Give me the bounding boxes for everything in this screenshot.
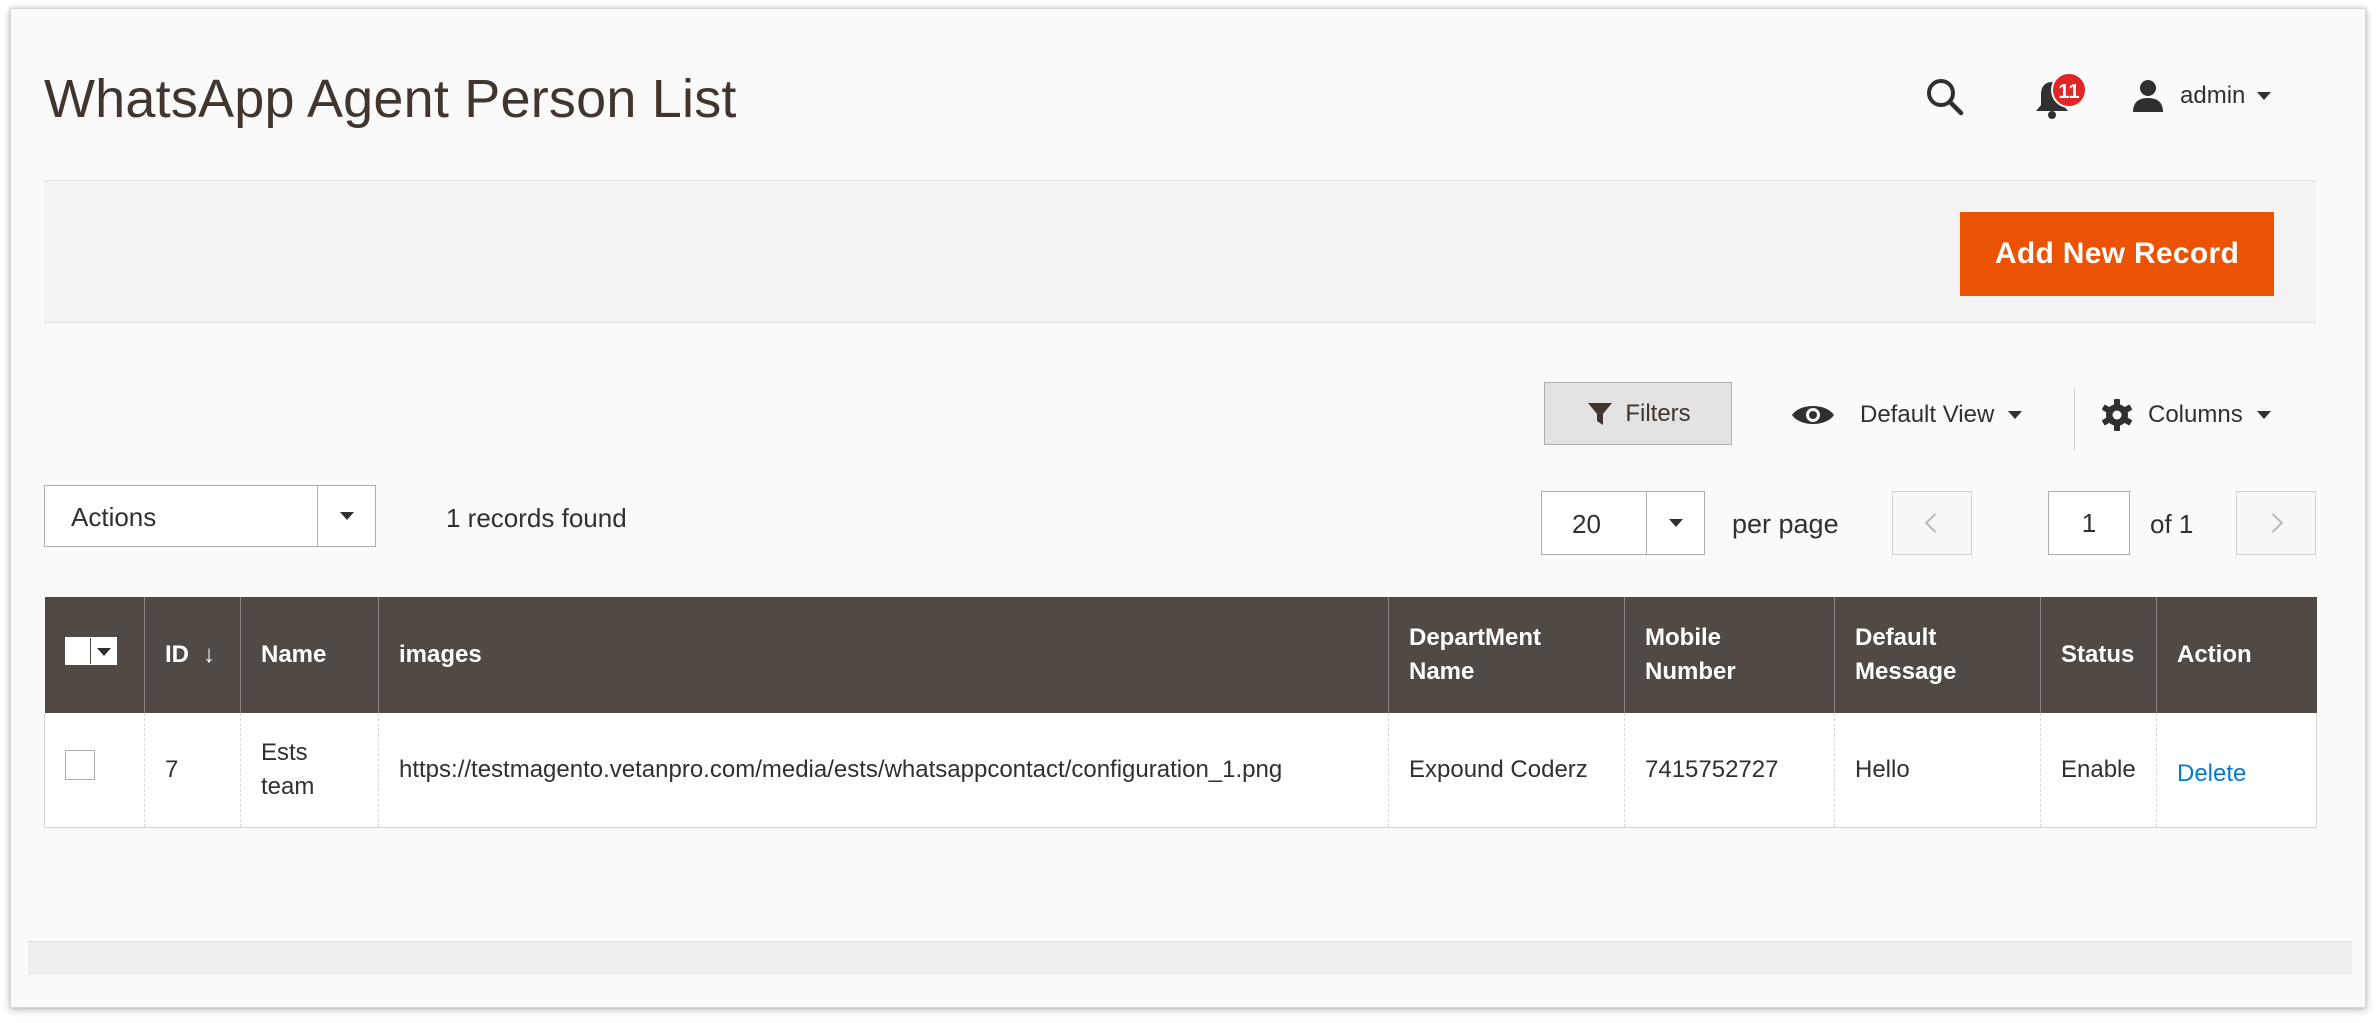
cell-status: Enable: [2040, 713, 2157, 828]
cell-action: Delete: [2156, 713, 2317, 828]
default-view-dropdown[interactable]: Default View: [1790, 392, 2023, 438]
mass-select-header[interactable]: [44, 597, 145, 713]
records-table: ID ↓ Name images DepartMent Name Mobile N…: [44, 597, 2317, 828]
current-page-input[interactable]: 1: [2048, 491, 2130, 555]
columns-dropdown[interactable]: Columns: [2100, 392, 2271, 438]
per-page-select[interactable]: 20: [1541, 491, 1705, 555]
chevron-right-icon: [2263, 513, 2284, 533]
chevron-down-icon: [2257, 92, 2272, 100]
dropdown-toggle[interactable]: [317, 486, 375, 546]
table-header-row: ID ↓ Name images DepartMent Name Mobile N…: [44, 597, 2317, 713]
chevron-down-icon: [90, 637, 116, 664]
cell-message: Hello: [1834, 713, 2041, 828]
mass-actions-label: Actions: [71, 502, 157, 532]
search-icon[interactable]: [1920, 72, 1970, 122]
sort-arrow-icon: ↓: [203, 641, 215, 669]
chevron-down-icon: [2008, 411, 2023, 419]
filters-label: Filters: [1625, 399, 1691, 427]
user-icon: [2133, 80, 2163, 112]
default-view-label: Default View: [1860, 401, 1995, 428]
records-found-count: 1 records found: [446, 503, 627, 533]
column-header-id[interactable]: ID ↓: [144, 597, 241, 713]
notification-count-badge[interactable]: 11: [2051, 72, 2087, 108]
per-page-toggle[interactable]: [1646, 492, 1704, 554]
total-pages: of 1: [2150, 509, 2194, 539]
per-page-label: per page: [1732, 509, 1839, 539]
eye-icon: [1792, 406, 1834, 424]
chevron-left-icon: [1924, 513, 1945, 533]
column-header-action: Action: [2156, 597, 2317, 713]
cell-department: Expound Coderz: [1388, 713, 1625, 828]
funnel-icon: [1588, 402, 1613, 425]
row-select-cell: [44, 713, 145, 828]
column-header-status[interactable]: Status: [2040, 597, 2157, 713]
column-header-mobile[interactable]: Mobile Number: [1624, 597, 1835, 713]
column-header-name[interactable]: Name: [240, 597, 379, 713]
admin-user-menu[interactable]: admin: [2130, 76, 2272, 116]
page-title: WhatsApp Agent Person List: [44, 69, 737, 129]
toolbar-divider: [2074, 388, 2075, 450]
delete-link[interactable]: Delete: [2177, 757, 2246, 791]
cell-id: 7: [144, 713, 241, 828]
chevron-down-icon: [339, 512, 354, 520]
chevron-down-icon: [2256, 411, 2271, 419]
previous-page-button[interactable]: [1892, 491, 1972, 555]
add-new-record-button[interactable]: Add New Record: [1960, 212, 2274, 296]
filters-button[interactable]: Filters: [1544, 382, 1732, 445]
column-header-department[interactable]: DepartMent Name: [1388, 597, 1625, 713]
table-row[interactable]: 7 Ests team https://testmagento.vetanpro…: [44, 713, 2317, 828]
admin-user-name: admin: [2180, 82, 2246, 109]
gear-icon: [2102, 399, 2132, 431]
mass-actions-dropdown[interactable]: Actions: [44, 485, 376, 547]
cell-name: Ests team: [240, 713, 379, 828]
cell-mobile: 7415752727: [1624, 713, 1835, 828]
footer-bar: [28, 941, 2352, 975]
per-page-value: 20: [1572, 509, 1601, 539]
row-checkbox[interactable]: [65, 749, 95, 780]
column-header-message[interactable]: Default Message: [1834, 597, 2041, 713]
column-header-images[interactable]: images: [378, 597, 1389, 713]
columns-label: Columns: [2148, 401, 2243, 428]
next-page-button[interactable]: [2236, 491, 2316, 555]
cell-image: https://testmagento.vetanpro.com/media/e…: [378, 713, 1389, 828]
chevron-down-icon: [1668, 519, 1683, 527]
mass-select-checkbox[interactable]: [64, 636, 117, 665]
